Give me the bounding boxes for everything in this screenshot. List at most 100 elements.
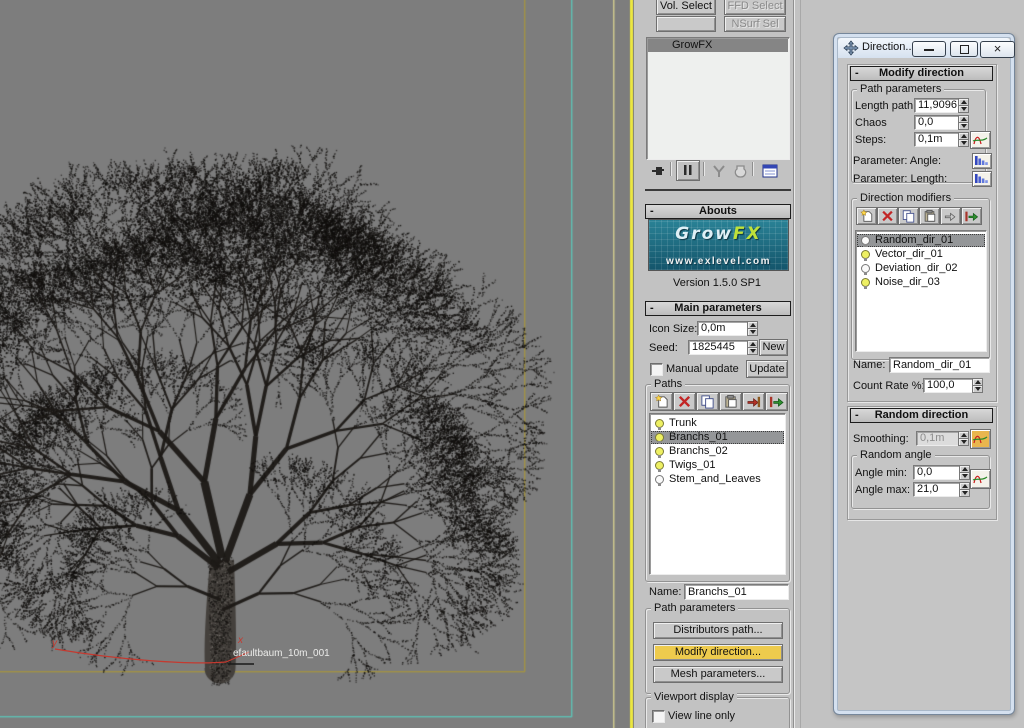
paste-path-icon[interactable] [719, 392, 742, 411]
bulb-off-icon[interactable] [861, 236, 870, 247]
bulb-off-icon[interactable] [861, 264, 870, 275]
direction-modifiers-list[interactable]: Random_dir_01 Vector_dir_01 Deviation_di… [855, 230, 987, 352]
transform-gizmo[interactable]: y x [40, 632, 320, 702]
copy-path-icon[interactable] [696, 392, 719, 411]
angle-max-label: Angle max: [855, 484, 911, 496]
copy-params-arrow-red-icon[interactable] [742, 392, 765, 411]
icon-size-spinner[interactable] [747, 321, 758, 336]
bulb-on-icon[interactable] [655, 433, 664, 444]
length-path-spinner[interactable] [958, 98, 969, 113]
modifier-item-deviation-dir-02[interactable]: Deviation_dir_02 [857, 262, 985, 275]
bulb-off-icon[interactable] [655, 475, 664, 486]
chaos-spinner[interactable] [958, 115, 969, 130]
collapse-icon: - [650, 205, 654, 217]
maximize-button[interactable] [950, 41, 978, 57]
mesh-parameters-button[interactable]: Mesh parameters... [653, 666, 783, 683]
seed-field[interactable]: 1825445 [688, 340, 748, 355]
manual-update-label: Manual update [666, 363, 739, 375]
angle-curve-graph-icon[interactable] [970, 469, 991, 489]
steps-spinner[interactable] [958, 132, 969, 147]
show-end-result-icon[interactable] [676, 160, 700, 181]
new-seed-button[interactable]: New [759, 339, 788, 356]
paste-modifier-icon[interactable] [919, 207, 940, 225]
smoothing-curve-graph-icon[interactable] [970, 429, 991, 449]
growfx-logo: GrowFX www.exlevel.com [648, 219, 789, 271]
path-item-branchs-02[interactable]: Branchs_02 [651, 445, 784, 458]
paths-group-label: Paths [651, 378, 686, 391]
parameter-angle-falloff-icon[interactable] [972, 153, 992, 169]
blank-modifier-button[interactable] [656, 16, 716, 32]
modifier-stack-list[interactable]: GrowFX [646, 37, 790, 160]
smoothing-field[interactable]: 0,1m [916, 431, 961, 446]
bulb-on-icon[interactable] [655, 461, 664, 472]
length-path-field[interactable]: 11,9096 [914, 98, 961, 113]
copy-modifier-icon[interactable] [898, 207, 919, 225]
nsurf-sel-button[interactable]: NSurf Sel [724, 16, 786, 32]
update-button[interactable]: Update [746, 360, 788, 378]
exlevel-website[interactable]: www.exlevel.com [649, 256, 788, 267]
distributors-path-button[interactable]: Distributors path... [653, 622, 783, 639]
angle-max-field[interactable]: 21,0 [913, 482, 962, 497]
smoothing-spinner[interactable] [958, 431, 969, 446]
modify-direction-button[interactable]: Modify direction... [653, 644, 783, 661]
view-line-only-label: View line only [668, 710, 736, 722]
modifier-item-random-dir-01[interactable]: Random_dir_01 [857, 234, 985, 247]
count-rate-spinner[interactable] [972, 378, 983, 393]
count-rate-field[interactable]: 100,0 [923, 378, 974, 393]
path-item-trunk[interactable]: Trunk [651, 417, 784, 430]
configure-modifier-sets-icon[interactable] [758, 161, 781, 180]
delete-path-icon[interactable] [673, 392, 696, 411]
bulb-on-icon[interactable] [861, 250, 870, 261]
gizmo-y-label: y [51, 638, 58, 649]
angle-min-spinner[interactable] [959, 465, 970, 480]
random-direction-rollout-header[interactable]: - Random direction [850, 408, 993, 423]
path-name-field[interactable]: Branchs_01 [684, 584, 789, 600]
bulb-on-icon[interactable] [655, 419, 664, 430]
manual-update-checkbox[interactable] [650, 363, 663, 376]
steps-curve-graph-icon[interactable] [970, 131, 991, 149]
viewport[interactable]: y x efaultbaum_10m_001 [0, 0, 634, 728]
delete-modifier-icon[interactable] [877, 207, 898, 225]
parameter-length-label: Parameter: Length: [853, 173, 948, 185]
modifier-stack-item-growfx[interactable]: GrowFX [648, 39, 788, 52]
direction-dialog[interactable]: Direction... × - Modify direction Path p… [833, 33, 1015, 715]
icon-size-field[interactable]: 0,0m [697, 321, 748, 336]
pin-stack-icon[interactable] [647, 161, 670, 180]
modify-direction-rollout-header[interactable]: - Modify direction [850, 66, 993, 81]
close-button[interactable]: × [980, 41, 1015, 58]
vol-select-button[interactable]: Vol. Select [656, 0, 716, 15]
dialog-path-parameters-label: Path parameters [857, 83, 945, 96]
modifier-arrow-icon[interactable] [940, 207, 961, 225]
modifier-name-field[interactable]: Random_dir_01 [889, 357, 990, 373]
bulb-on-icon[interactable] [655, 447, 664, 458]
modifier-item-noise-dir-03[interactable]: Noise_dir_03 [857, 276, 985, 289]
angle-min-label: Angle min: [855, 467, 907, 479]
seed-spinner[interactable] [747, 340, 758, 355]
paths-list[interactable]: Trunk Branchs_01 Branchs_02 Twigs_01 Ste… [649, 413, 786, 575]
smoothing-label: Smoothing: [853, 433, 909, 445]
angle-max-spinner[interactable] [959, 482, 970, 497]
path-item-stem-and-leaves[interactable]: Stem_and_Leaves [651, 473, 784, 486]
bulb-on-icon[interactable] [861, 278, 870, 289]
modifier-item-vector-dir-01[interactable]: Vector_dir_01 [857, 248, 985, 261]
path-item-twigs-01[interactable]: Twigs_01 [651, 459, 784, 472]
remove-modifier-icon[interactable] [729, 162, 752, 181]
make-unique-icon[interactable] [708, 162, 731, 181]
minimize-button[interactable] [912, 41, 946, 57]
new-modifier-icon[interactable] [856, 207, 877, 225]
abouts-rollout-header[interactable]: - Abouts [645, 204, 791, 219]
parameter-length-falloff-icon[interactable] [972, 171, 992, 187]
path-item-branchs-01[interactable]: Branchs_01 [651, 431, 784, 444]
random-angle-label: Random angle [857, 449, 935, 462]
angle-min-field[interactable]: 0,0 [913, 465, 962, 480]
ffd-select-button[interactable]: FFD Select [724, 0, 786, 15]
direction-dialog-titlebar[interactable]: Direction... × [838, 38, 1015, 58]
view-line-only-checkbox[interactable] [652, 710, 665, 723]
modifier-arrow-green-icon[interactable] [961, 207, 982, 225]
chaos-field[interactable]: 0,0 [914, 115, 961, 130]
collapse-icon: - [855, 409, 859, 421]
main-parameters-rollout-header[interactable]: - Main parameters [645, 301, 791, 316]
new-path-icon[interactable] [650, 392, 673, 411]
copy-params-arrow-green-icon[interactable] [765, 392, 788, 411]
steps-field[interactable]: 0,1m [914, 132, 961, 147]
